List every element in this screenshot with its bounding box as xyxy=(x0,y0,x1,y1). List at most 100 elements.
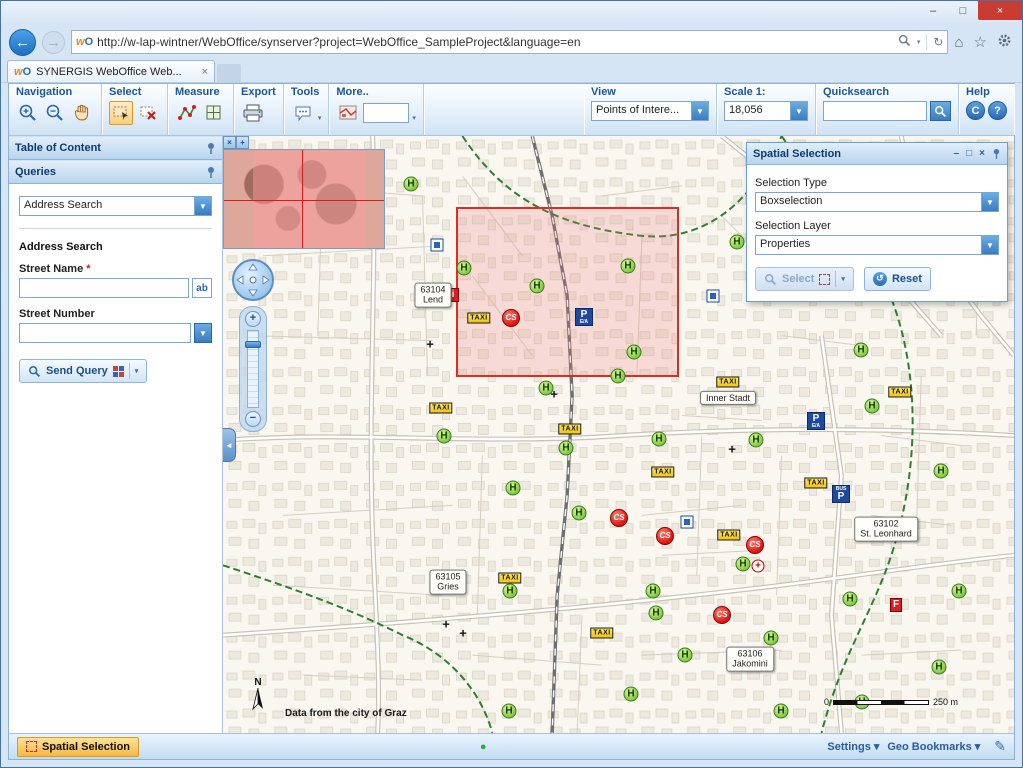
refresh-icon[interactable]: ↻ xyxy=(933,35,943,49)
maximize-button[interactable]: □ xyxy=(948,1,978,20)
map-marker-pharmacy[interactable]: H xyxy=(749,433,764,448)
map-marker-pharmacy[interactable]: H xyxy=(611,369,626,384)
sidebar-collapse-handle[interactable]: ◄ xyxy=(223,428,236,462)
alphabet-search-button[interactable]: ab xyxy=(192,278,212,298)
map-marker-infoblue[interactable] xyxy=(681,516,694,529)
map-marker-pharmacy[interactable]: H xyxy=(627,345,642,360)
forward-button[interactable]: → xyxy=(42,31,65,54)
map-marker-pharmacy[interactable]: H xyxy=(678,648,693,663)
map-marker-cs[interactable]: CS xyxy=(713,606,731,624)
compass-pad[interactable] xyxy=(231,258,275,302)
query-type-arrow-icon[interactable]: ▼ xyxy=(194,197,211,215)
settings-menu[interactable]: Settings▾ xyxy=(827,740,879,753)
map-marker-taxi[interactable]: TAXI xyxy=(558,424,581,435)
measure-distance-button[interactable] xyxy=(175,101,199,125)
map-marker-busparking[interactable]: BUSP xyxy=(832,485,850,503)
map-marker-pharmacy[interactable]: H xyxy=(764,631,779,646)
map-marker-cross[interactable]: + xyxy=(426,337,434,352)
address-dropdown-icon[interactable]: ▾ xyxy=(917,38,921,46)
map-marker-taxi[interactable]: TAXI xyxy=(590,628,613,639)
home-icon[interactable]: ⌂ xyxy=(954,34,963,51)
map-marker-pharmacy[interactable]: H xyxy=(506,481,521,496)
map-marker-parking[interactable]: PE/A xyxy=(575,308,593,326)
overview-close-icon[interactable]: × xyxy=(223,136,236,149)
spatial-selection-titlebar[interactable]: Spatial Selection – □ × xyxy=(747,143,1007,165)
pin-icon[interactable] xyxy=(206,142,216,154)
query-type-dropdown[interactable]: Address Search ▼ xyxy=(19,196,212,216)
map-marker-district[interactable]: 63106Jakomini xyxy=(726,647,774,672)
zoom-slider-plus-button[interactable]: + xyxy=(245,311,261,327)
tab-close-icon[interactable]: × xyxy=(202,66,208,78)
settings-gear-icon[interactable] xyxy=(997,33,1012,52)
tools-dropdown-icon[interactable]: ▾ xyxy=(318,114,322,125)
help-c-button[interactable]: C xyxy=(966,101,985,120)
street-number-input[interactable] xyxy=(19,323,191,343)
map-marker-pharmacy[interactable]: H xyxy=(437,429,452,444)
map-marker-pharmacy[interactable]: H xyxy=(843,592,858,607)
new-tab-button[interactable] xyxy=(217,64,241,82)
measure-area-button[interactable] xyxy=(202,101,226,125)
map-marker-pharmacy[interactable]: H xyxy=(572,506,587,521)
map-marker-pharmacy[interactable]: H xyxy=(730,235,745,250)
zoom-out-button[interactable] xyxy=(43,101,67,125)
map-marker-cross[interactable]: + xyxy=(442,617,450,632)
map-marker-district[interactable]: Inner Stadt xyxy=(700,391,756,405)
map-marker-cs[interactable]: CS xyxy=(502,309,520,327)
box-select-button[interactable] xyxy=(109,101,133,125)
scale-dropdown-arrow-icon[interactable]: ▼ xyxy=(790,102,807,120)
url-input[interactable] xyxy=(97,35,894,49)
maptip-balloon-button[interactable] xyxy=(291,101,315,125)
pin-icon[interactable] xyxy=(992,148,1001,159)
map-marker-cs[interactable]: CS xyxy=(656,527,674,545)
map-marker-district[interactable]: 63104Lend xyxy=(414,283,451,308)
queries-header[interactable]: Queries xyxy=(9,160,222,184)
pan-hand-button[interactable] xyxy=(70,101,94,125)
zoom-in-button[interactable] xyxy=(16,101,40,125)
panel-minimize-icon[interactable]: – xyxy=(954,148,960,159)
map-marker-cs[interactable]: CS xyxy=(746,536,764,554)
panel-close-icon[interactable]: × xyxy=(979,148,985,159)
map-marker-parking[interactable]: PE/A xyxy=(807,412,825,430)
map-marker-taxi[interactable]: TAXI xyxy=(716,377,739,388)
map-marker-cross[interactable]: + xyxy=(728,442,736,457)
map-marker-district[interactable]: 63102St. Leonhard xyxy=(854,517,918,542)
map-marker-pharmacy[interactable]: H xyxy=(624,687,639,702)
map-marker-pharmacy[interactable]: H xyxy=(649,606,664,621)
zoom-slider-minus-button[interactable]: − xyxy=(245,411,261,427)
map-marker-pharmacy[interactable]: H xyxy=(652,432,667,447)
zoom-slider-thumb[interactable] xyxy=(245,341,261,348)
minimize-button[interactable]: – xyxy=(918,1,948,20)
map-marker-taxi[interactable]: TAXI xyxy=(717,530,740,541)
view-dropdown[interactable]: Points of Intere... ▼ xyxy=(591,101,709,121)
map-marker-taxi[interactable]: TAXI xyxy=(467,313,490,324)
street-number-dropdown-icon[interactable]: ▼ xyxy=(194,323,212,343)
map-marker-infoblue[interactable] xyxy=(431,239,444,252)
quicksearch-button[interactable] xyxy=(930,101,951,121)
map-marker-fred[interactable]: F xyxy=(890,598,902,612)
map-marker-district[interactable]: 63105Gries xyxy=(429,570,466,595)
selection-layer-arrow-icon[interactable]: ▼ xyxy=(981,236,998,254)
map-marker-pharmacy[interactable]: H xyxy=(503,584,518,599)
pin-icon[interactable] xyxy=(206,166,216,178)
favorites-star-icon[interactable]: ☆ xyxy=(974,33,987,51)
map-marker-pharmacy[interactable]: H xyxy=(854,343,869,358)
map-marker-pharmacy[interactable]: H xyxy=(774,704,789,719)
map-marker-pharmacy[interactable]: H xyxy=(646,584,661,599)
map-marker-taxi[interactable]: TAXI xyxy=(651,467,674,478)
map-marker-pharmacy[interactable]: H xyxy=(932,660,947,675)
map-marker-pharmacy[interactable]: H xyxy=(502,704,517,719)
spatial-selection-status-button[interactable]: Spatial Selection xyxy=(17,737,139,757)
search-icon[interactable] xyxy=(898,34,911,50)
overview-move-icon[interactable]: + xyxy=(236,136,249,149)
map-marker-cs[interactable]: CS xyxy=(610,509,628,527)
map-marker-pharmacy[interactable]: H xyxy=(736,557,751,572)
overview-map[interactable] xyxy=(223,149,385,249)
redlining-map-button[interactable] xyxy=(336,101,360,125)
map-marker-taxi[interactable]: TAXI xyxy=(498,573,521,584)
send-query-button[interactable]: Send Query ▾ xyxy=(19,359,147,383)
map-marker-pharmacy[interactable]: H xyxy=(934,464,949,479)
tab-weboffice[interactable]: wO SYNERGIS WebOffice Web... × xyxy=(7,60,215,82)
back-button[interactable]: ← xyxy=(9,29,36,56)
select-button[interactable]: Select ▾ xyxy=(755,267,854,291)
map-marker-pharmacy[interactable]: H xyxy=(404,177,419,192)
